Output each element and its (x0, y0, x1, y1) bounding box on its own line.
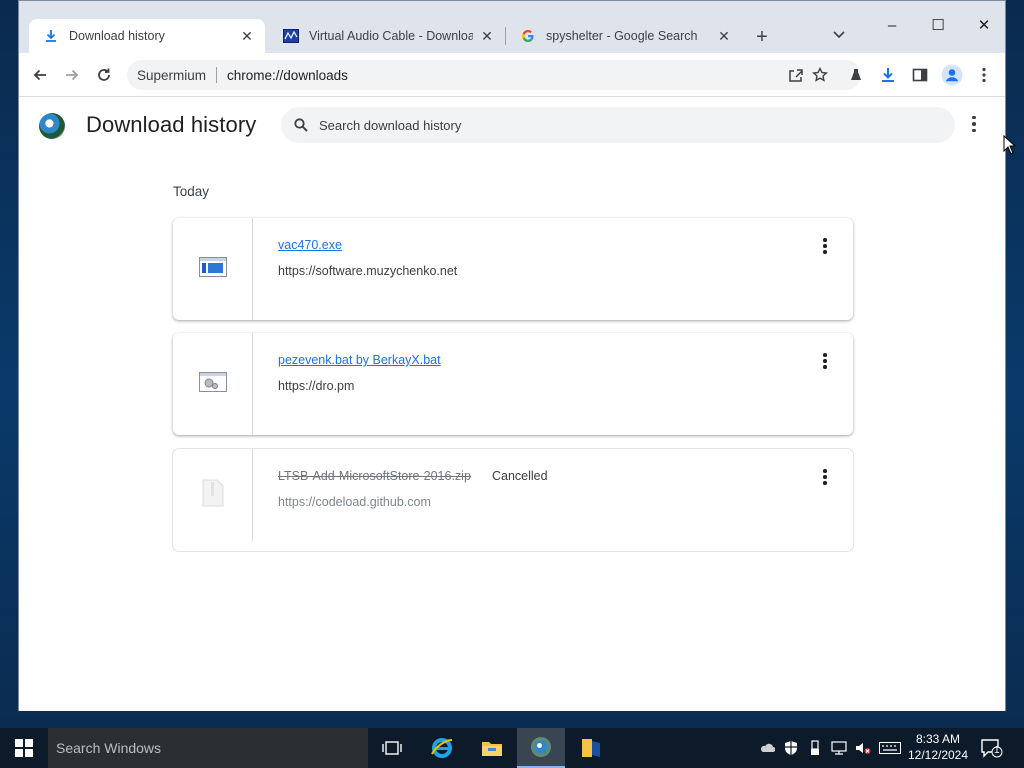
download-filename-link[interactable]: vac470.exe (278, 238, 342, 252)
google-icon (520, 28, 536, 44)
date-section-label: Today (173, 184, 210, 199)
close-icon[interactable]: ✕ (716, 28, 732, 45)
omnibox-url[interactable]: chrome://downloads (227, 68, 348, 83)
close-icon[interactable]: ✕ (479, 28, 495, 45)
mouse-cursor-icon (1003, 135, 1015, 155)
new-tab-button[interactable]: + (750, 26, 774, 50)
tab-label: spyshelter - Google Search (546, 29, 698, 43)
keyboard-icon[interactable] (879, 739, 901, 757)
start-button[interactable] (0, 728, 48, 768)
tab-spyshelter-search[interactable]: spyshelter - Google Search ✕ (506, 19, 742, 53)
tab-label: Virtual Audio Cable - Download (309, 29, 473, 43)
exe-file-icon (198, 256, 227, 282)
supermium-taskbar-icon[interactable] (517, 728, 565, 768)
notification-center-icon[interactable]: 1 (980, 736, 1004, 760)
task-view-icon[interactable] (368, 728, 416, 768)
site-favicon (283, 28, 299, 44)
download-item: pezevenk.bat by BerkayX.bat https://dro.… (173, 333, 853, 435)
minimize-button[interactable]: – (869, 13, 915, 39)
download-item: vac470.exe https://software.muzychenko.n… (173, 218, 853, 320)
browser-menu-icon[interactable] (971, 62, 997, 88)
browser-window: Download history ✕ Virtual Audio Cable -… (18, 0, 1006, 711)
extensions-icon[interactable] (843, 62, 869, 88)
browser-logo-icon (39, 113, 65, 139)
tab-label: Download history (69, 29, 165, 43)
item-more-menu-icon[interactable] (819, 353, 831, 369)
file-explorer-icon[interactable] (468, 728, 516, 768)
network-icon[interactable] (830, 739, 848, 757)
file-icon-column (173, 218, 253, 320)
omnibox-separator (216, 67, 218, 83)
notification-count: 1 (994, 745, 1000, 756)
clock-time: 8:33 AM (915, 732, 961, 746)
windows-logo-icon (15, 739, 33, 757)
taskbar-search[interactable] (48, 728, 368, 768)
tab-strip: Download history ✕ Virtual Audio Cable -… (19, 1, 1005, 53)
taskbar-search-input[interactable] (56, 740, 346, 756)
onedrive-cloud-icon[interactable] (758, 739, 776, 757)
page-title: Download history (86, 112, 257, 137)
taskbar: 8:33 AM 12/12/2024 1 (0, 728, 1024, 768)
download-filename-link[interactable]: pezevenk.bat by BerkayX.bat (278, 353, 441, 367)
download-source-url: https://dro.pm (278, 379, 355, 393)
folder-app-icon[interactable] (567, 728, 615, 768)
tab-download-history[interactable]: Download history ✕ (29, 19, 265, 53)
forward-button[interactable] (59, 62, 85, 88)
tab-virtual-audio-cable[interactable]: Virtual Audio Cable - Download ✕ (269, 19, 505, 53)
browser-toolbar: Supermium chrome://downloads (19, 53, 1005, 97)
back-button[interactable] (27, 62, 53, 88)
item-more-menu-icon[interactable] (819, 238, 831, 254)
internet-explorer-icon[interactable] (418, 728, 466, 768)
clock-date: 12/12/2024 (907, 748, 969, 762)
file-icon-column (173, 449, 253, 541)
download-filename: LTSB-Add-MicrosoftStore-2016.zip (278, 469, 471, 483)
search-icon (291, 118, 311, 132)
usb-device-icon[interactable] (806, 739, 824, 757)
bookmark-star-icon[interactable] (811, 66, 829, 84)
reload-button[interactable] (91, 62, 117, 88)
address-bar[interactable]: Supermium chrome://downloads (127, 60, 861, 90)
download-item: LTSB-Add-MicrosoftStore-2016.zip Cancell… (173, 449, 853, 551)
page-more-menu-icon[interactable] (965, 113, 983, 135)
download-icon (43, 28, 59, 44)
omnibox-origin: Supermium (137, 67, 207, 83)
desktop: Download history ✕ Virtual Audio Cable -… (0, 0, 1024, 768)
download-source-url: https://software.muzychenko.net (278, 264, 458, 278)
close-icon[interactable]: ✕ (239, 28, 255, 45)
bat-file-icon (198, 371, 227, 397)
download-status: Cancelled (492, 469, 548, 483)
close-window-button[interactable]: ✕ (961, 13, 1007, 39)
profile-avatar-icon[interactable] (939, 62, 965, 88)
search-bar[interactable] (281, 107, 955, 143)
system-clock[interactable]: 8:33 AM 12/12/2024 (905, 731, 971, 763)
defender-shield-icon[interactable] (782, 739, 800, 757)
zip-file-icon (202, 479, 224, 512)
volume-muted-icon[interactable] (854, 739, 872, 757)
tab-search-button[interactable] (829, 28, 849, 46)
search-input[interactable] (319, 117, 919, 133)
maximize-button[interactable]: ☐ (915, 13, 961, 39)
item-more-menu-icon[interactable] (819, 469, 831, 485)
side-panel-icon[interactable] (907, 62, 933, 88)
downloads-page: Download history Today vac470.exe (19, 97, 1005, 711)
share-icon[interactable] (787, 66, 805, 84)
file-icon-column (173, 333, 253, 435)
download-source-url: https://codeload.github.com (278, 495, 431, 509)
downloads-toolbar-icon[interactable] (875, 62, 901, 88)
